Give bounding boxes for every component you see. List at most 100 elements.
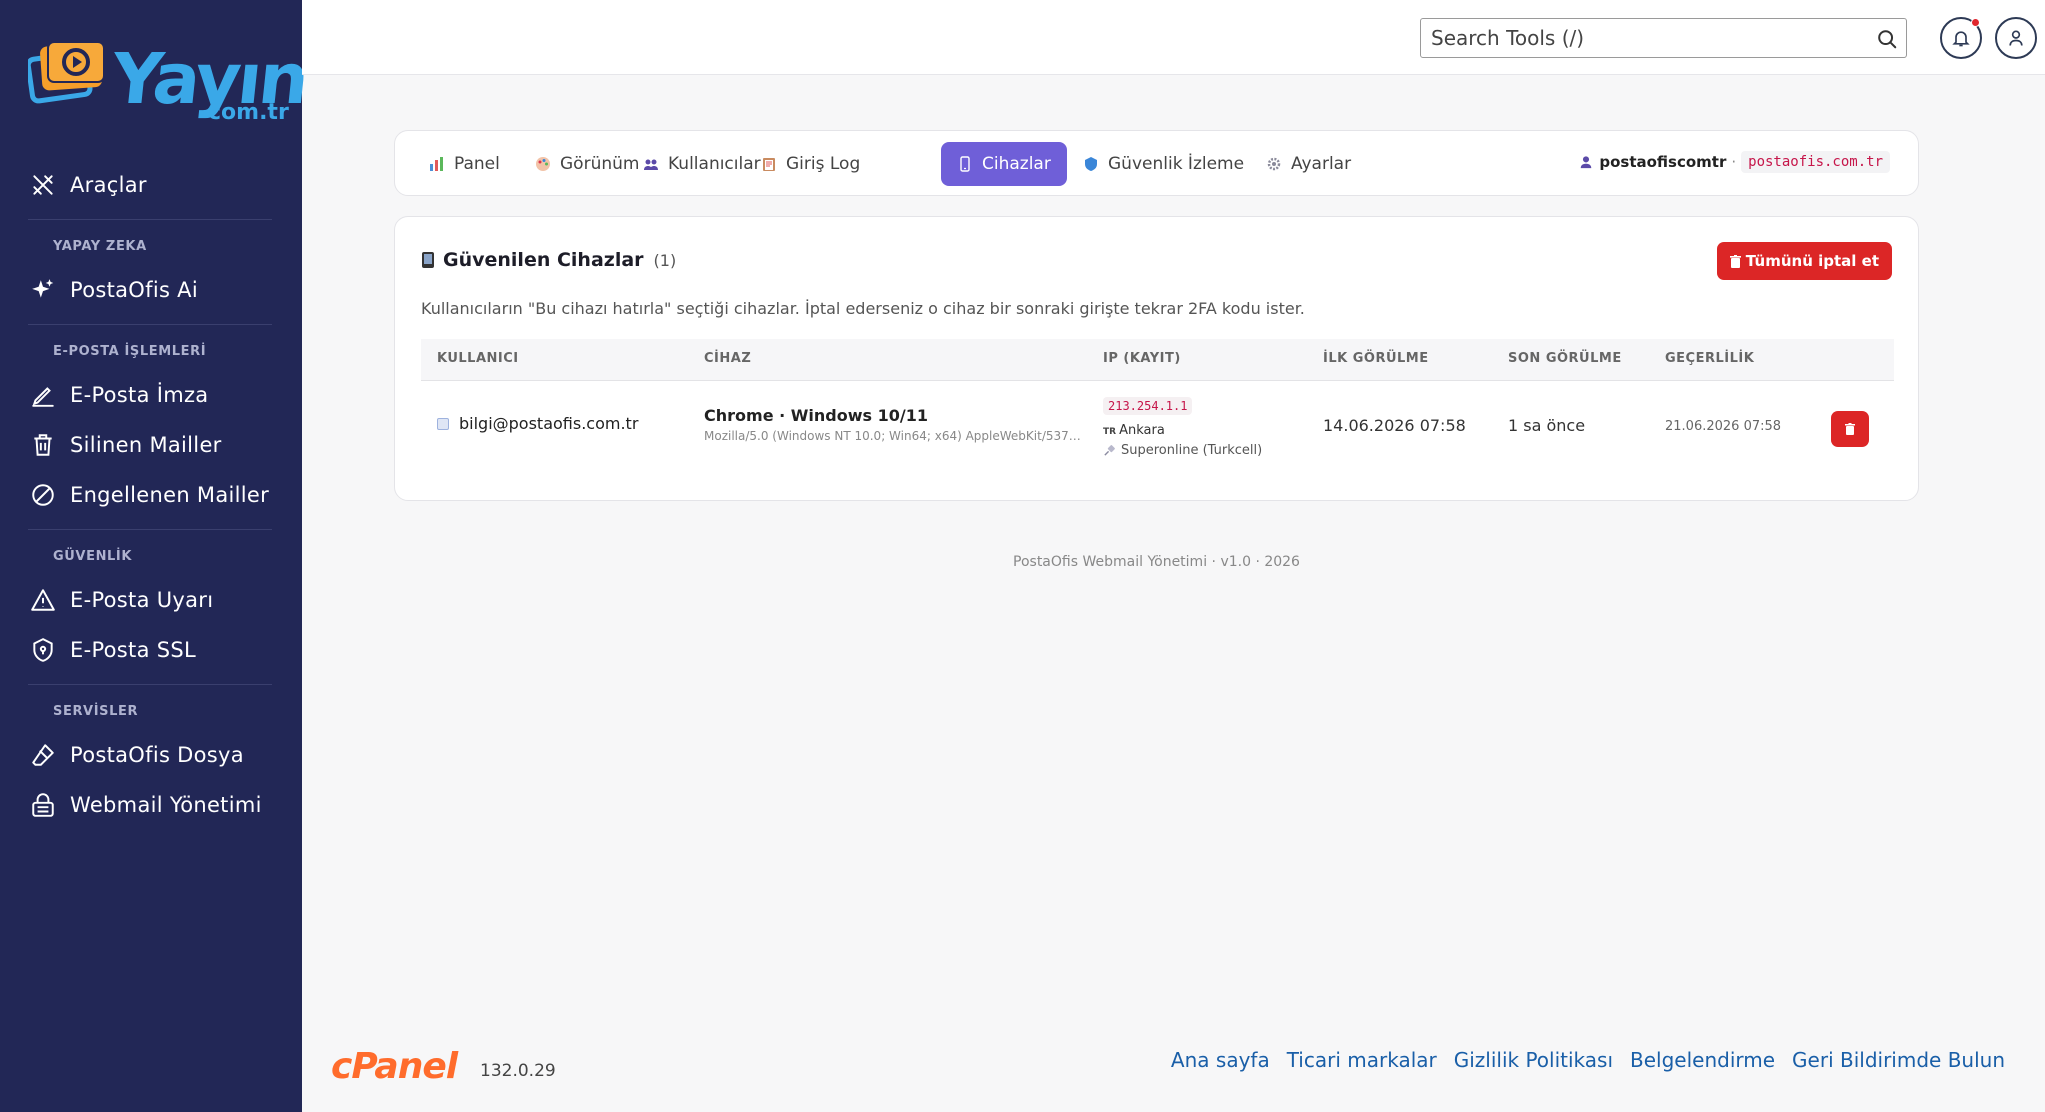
sidebar-item-label: Engellenen Mailler xyxy=(70,483,270,507)
card-title-text: Güvenilen Cihazlar xyxy=(443,249,644,271)
user-icon xyxy=(1581,156,1592,169)
divider xyxy=(28,219,272,220)
account-username: postaofiscomtr xyxy=(1599,153,1727,171)
tab-ayarlar[interactable]: Ayarlar xyxy=(1250,142,1367,186)
footer-link-privacy[interactable]: Gizlilik Politikası xyxy=(1454,1048,1613,1072)
play-icon xyxy=(28,41,105,104)
divider xyxy=(28,684,272,685)
revoke-all-button[interactable]: Tümünü iptal et xyxy=(1716,242,1892,280)
tab-label: Panel xyxy=(454,154,500,174)
city: Ankara xyxy=(1119,423,1165,438)
tab-label: Güvenlik İzleme xyxy=(1108,154,1245,174)
user-menu-button[interactable] xyxy=(1995,17,2037,59)
sidebar-item-label: PostaOfis Ai xyxy=(70,278,198,302)
cpanel-logo[interactable]: cPanel xyxy=(331,1047,458,1087)
sidebar-item-postaofis-ai[interactable]: PostaOfis Ai xyxy=(0,265,302,315)
module-tab-bar: Panel Görünüm Kullanıcılar Giriş Log Cih… xyxy=(394,130,1919,196)
sparkle-icon xyxy=(32,279,54,298)
sidebar-item-label: E-Posta Uyarı xyxy=(70,588,214,612)
sidebar-item-silinen-mailler[interactable]: Silinen Mailler xyxy=(0,420,302,470)
warning-icon xyxy=(31,589,55,611)
top-header xyxy=(302,0,2045,75)
sidebar-group-title: GÜVENLİK xyxy=(53,549,133,564)
footer-link-home[interactable]: Ana sayfa xyxy=(1171,1048,1270,1072)
tab-label: Cihazlar xyxy=(982,154,1051,174)
satellite-icon xyxy=(1104,445,1115,456)
card-title: Güvenilen Cihazlar (1) xyxy=(421,249,676,271)
palette-icon xyxy=(536,157,550,171)
column-header-first-seen: İLK GÖRÜLME xyxy=(1323,351,1429,366)
tab-label: Giriş Log xyxy=(786,154,861,174)
bell-icon xyxy=(1952,31,1970,47)
valid-until: 21.06.2026 07:58 xyxy=(1665,419,1782,434)
isp-name: Superonline (Turkcell) xyxy=(1121,443,1263,458)
sidebar-item-label: Silinen Mailler xyxy=(70,433,222,457)
account-domain: postaofis.com.tr xyxy=(1741,151,1890,173)
footer-links: Ana sayfa Ticari markalar Gizlilik Polit… xyxy=(1154,1048,2005,1072)
last-seen: 1 sa önce xyxy=(1508,416,1586,435)
sidebar-item-label: PostaOfis Dosya xyxy=(70,743,244,767)
device-name: Chrome · Windows 10/11 xyxy=(704,406,928,425)
sidebar: Yayın com.tr Araçlar YAPAY ZEKA PostaOfi… xyxy=(0,0,310,1112)
logo-suffix: com.tr xyxy=(208,100,289,125)
pen-icon xyxy=(32,387,54,407)
sidebar-item-eposta-imza[interactable]: E-Posta İmza xyxy=(0,370,302,420)
column-header-device: CİHAZ xyxy=(704,351,752,366)
user-agent: Mozilla/5.0 (Windows NT 10.0; Win64; x64… xyxy=(704,429,1082,443)
footer-link-docs[interactable]: Belgelendirme xyxy=(1630,1048,1775,1072)
sidebar-item-webmail-yonetimi[interactable]: Webmail Yönetimi xyxy=(0,780,302,830)
user-icon xyxy=(2009,30,2023,46)
sidebar-item-postaofis-dosya[interactable]: PostaOfis Dosya xyxy=(0,730,302,780)
tools-icon xyxy=(33,175,53,195)
trash-icon xyxy=(1845,423,1855,435)
user-email: bilgi@postaofis.com.tr xyxy=(459,414,639,433)
search-input[interactable] xyxy=(1421,19,1841,57)
tab-label: Ayarlar xyxy=(1291,154,1352,174)
cpanel-version: 132.0.29 xyxy=(480,1061,556,1081)
isp: Superonline (Turkcell) xyxy=(1103,443,1262,458)
tab-cihazlar[interactable]: Cihazlar xyxy=(941,142,1067,186)
first-seen: 14.06.2026 07:58 xyxy=(1323,416,1466,435)
device-count: (1) xyxy=(653,250,677,270)
account-info: postaofiscomtr · postaofis.com.tr xyxy=(1579,151,1890,173)
sidebar-item-label: Webmail Yönetimi xyxy=(70,793,262,817)
phone-icon xyxy=(422,252,434,268)
location: TR Ankara xyxy=(1103,423,1165,438)
column-header-validity: GEÇERLİLİK xyxy=(1665,351,1755,366)
gear-icon xyxy=(1267,157,1281,171)
trash-icon xyxy=(34,434,52,456)
ip-address: 213.254.1.1 xyxy=(1103,397,1193,415)
chart-icon xyxy=(430,157,443,171)
table-row: bilgi@postaofis.com.tr Chrome · Windows … xyxy=(421,381,1894,476)
brand-logo[interactable]: Yayın com.tr xyxy=(28,36,310,126)
search-icon[interactable] xyxy=(1876,28,1898,50)
card-description: Kullanıcıların "Bu cihazı hatırla" seçti… xyxy=(421,299,1305,318)
table-header: KULLANICI CİHAZ IP (KAYIT) İLK GÖRÜLME S… xyxy=(421,339,1894,381)
trusted-devices-card: Güvenilen Cihazlar (1) Tümünü iptal et K… xyxy=(394,216,1919,501)
footer-link-trademarks[interactable]: Ticari markalar xyxy=(1287,1048,1437,1072)
trash-icon xyxy=(1729,254,1741,268)
shield-icon xyxy=(1085,157,1097,171)
device-type-icon xyxy=(437,417,449,430)
revoke-device-button[interactable] xyxy=(1831,411,1869,447)
separator: · xyxy=(1731,153,1737,171)
notifications-button[interactable] xyxy=(1940,17,1982,59)
sidebar-group-title: YAPAY ZEKA xyxy=(53,239,147,254)
eraser-icon xyxy=(32,744,54,766)
tab-panel[interactable]: Panel xyxy=(413,142,516,186)
sidebar-item-araclar[interactable]: Araçlar xyxy=(0,160,302,210)
shield-icon xyxy=(33,638,53,662)
sidebar-item-eposta-uyari[interactable]: E-Posta Uyarı xyxy=(0,575,302,625)
divider xyxy=(28,324,272,325)
search-box xyxy=(1420,18,1907,58)
block-icon xyxy=(32,484,54,506)
tab-guvenlik-izleme[interactable]: Güvenlik İzleme xyxy=(1067,142,1260,186)
tab-giris-log[interactable]: Giriş Log xyxy=(745,142,876,186)
footer-link-feedback[interactable]: Geri Bildirimde Bulun xyxy=(1792,1048,2005,1072)
phone-icon xyxy=(960,156,970,172)
sidebar-item-eposta-ssl[interactable]: E-Posta SSL xyxy=(0,625,302,675)
sidebar-item-engellenen-mailler[interactable]: Engellenen Mailler xyxy=(0,470,302,520)
divider xyxy=(28,529,272,530)
sidebar-nav: Araçlar YAPAY ZEKA PostaOfis Ai E-POSTA … xyxy=(0,160,302,830)
revoke-all-label: Tümünü iptal et xyxy=(1745,252,1879,270)
